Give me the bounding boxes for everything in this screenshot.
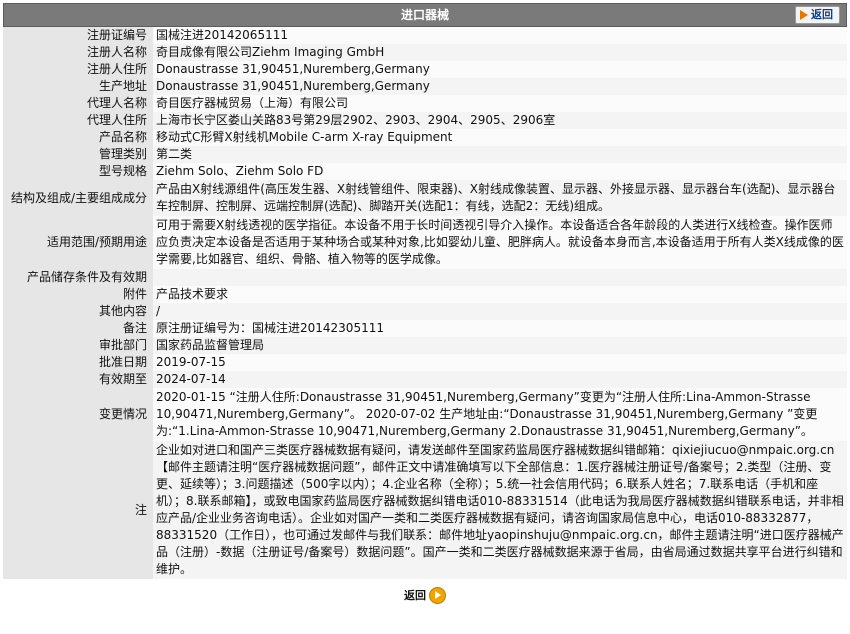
footer: 返回 [3, 583, 847, 607]
row-value: 原注册证编号为：国械注进20142305111 [153, 320, 847, 337]
row-label: 代理人名称 [3, 95, 153, 112]
row-value: 国械注进20142065111 [153, 27, 847, 44]
row-value: Ziehm Solo、Ziehm Solo FD [153, 163, 847, 180]
row-label: 注册证编号 [3, 27, 153, 44]
detail-table: 注册证编号 国械注进20142065111 注册人名称 奇目成像有限公司Ziehm … [3, 27, 847, 579]
back-label: 返回 [811, 8, 833, 21]
row-label: 其他内容 [3, 303, 153, 320]
table-row: 适用范围/预期用途 可用于需要X射线透视的医学指征。本设备不用于长时间透视引导介入… [3, 216, 847, 269]
table-row: 注企业如对进口和国产三类医疗器械数据有疑问，请发送邮件至国家药监局医疗器械数据纠… [3, 441, 847, 579]
row-value: 第二类 [153, 146, 847, 163]
row-label: 批准日期 [3, 354, 153, 371]
row-value: Donaustrasse 31,90451,Nuremberg,Germany [153, 78, 847, 95]
table-row: 型号规格 Ziehm Solo、Ziehm Solo FD [3, 163, 847, 180]
detail-panel: 进口器械 返回 注册证编号 国械注进20142065111 注册人名称 奇目成像有限… [3, 3, 847, 607]
table-row: 有效期至 2024-07-14 [3, 371, 847, 388]
row-label: 产品名称 [3, 129, 153, 146]
row-value: 上海市长宁区娄山关路83号第29层2902、2903、2904、2905、290… [153, 112, 847, 129]
row-value: 可用于需要X射线透视的医学指征。本设备不用于长时间透视引导介入操作。本设备适合各… [153, 216, 847, 269]
row-value: 移动式C形臂X射线机Mobile C-arm X-ray Equipment [153, 129, 847, 146]
table-row: 生产地址 Donaustrasse 31,90451,Nuremberg,Germ… [3, 78, 847, 95]
arrow-circle-icon [429, 586, 446, 604]
row-label: 管理类别 [3, 146, 153, 163]
table-row: 代理人住所 上海市长宁区娄山关路83号第29层2902、2903、2904、290… [3, 112, 847, 129]
row-value: 2024-07-14 [153, 371, 847, 388]
row-value: 奇目医疗器械贸易（上海）有限公司 [153, 95, 847, 112]
row-value [153, 269, 847, 286]
row-value: / [153, 303, 847, 320]
title-bar: 进口器械 返回 [3, 3, 847, 27]
table-row: 审批部门 国家药品监督管理局 [3, 337, 847, 354]
row-label: 注册人住所 [3, 61, 153, 78]
table-row: 注册证编号 国械注进20142065111 [3, 27, 847, 44]
row-label: 变更情况 [3, 388, 153, 441]
row-label: 适用范围/预期用途 [3, 216, 153, 269]
table-row: 结构及组成/主要组成成分 产品由X射线源组件(高压发生器、X射线管组件、限束器)、… [3, 180, 847, 216]
back-label: 返回 [404, 589, 426, 602]
table-row: 备注 原注册证编号为：国械注进20142305111 [3, 320, 847, 337]
table-row: 注册人住所 Donaustrasse 31,90451,Nuremberg,Ger… [3, 61, 847, 78]
row-label: 注册人名称 [3, 44, 153, 61]
row-value: 国家药品监督管理局 [153, 337, 847, 354]
row-label: 型号规格 [3, 163, 153, 180]
row-value: 产品技术要求 [153, 286, 847, 303]
row-label: 备注 [3, 320, 153, 337]
row-value: 2020-01-15 “注册人住所:Donaustrasse 31,90451,… [153, 388, 847, 441]
row-value: Donaustrasse 31,90451,Nuremberg,Germany [153, 61, 847, 78]
table-row: 注册人名称 奇目成像有限公司Ziehm Imaging GmbH [3, 44, 847, 61]
back-button-top[interactable]: 返回 [795, 6, 840, 24]
row-value: 奇目成像有限公司Ziehm Imaging GmbH [153, 44, 847, 61]
row-label: 附件 [3, 286, 153, 303]
row-label: 生产地址 [3, 78, 153, 95]
table-row: 其他内容 / [3, 303, 847, 320]
table-row: 产品名称 移动式C形臂X射线机Mobile C-arm X-ray Equipme… [3, 129, 847, 146]
row-label: 产品储存条件及有效期 [3, 269, 153, 286]
table-row: 变更情况 2020-01-15 “注册人住所:Donaustrasse 31,90… [3, 388, 847, 441]
row-label: 代理人住所 [3, 112, 153, 129]
page-title: 进口器械 [400, 8, 449, 22]
back-button-bottom[interactable]: 返回 [404, 586, 446, 604]
row-value: 企业如对进口和国产三类医疗器械数据有疑问，请发送邮件至国家药监局医疗器械数据纠错… [153, 441, 847, 579]
table-row: 管理类别 第二类 [3, 146, 847, 163]
table-row: 附件 产品技术要求 [3, 286, 847, 303]
table-row: 批准日期 2019-07-15 [3, 354, 847, 371]
table-row: 代理人名称 奇目医疗器械贸易（上海）有限公司 [3, 95, 847, 112]
arrow-right-icon [800, 10, 808, 20]
row-label: 结构及组成/主要组成成分 [3, 180, 153, 216]
table-row: 产品储存条件及有效期 [3, 269, 847, 286]
row-value: 产品由X射线源组件(高压发生器、X射线管组件、限束器)、X射线成像装置、显示器、… [153, 180, 847, 216]
row-label: 有效期至 [3, 371, 153, 388]
row-value: 2019-07-15 [153, 354, 847, 371]
row-label: 审批部门 [3, 337, 153, 354]
row-label: 注 [3, 441, 153, 579]
